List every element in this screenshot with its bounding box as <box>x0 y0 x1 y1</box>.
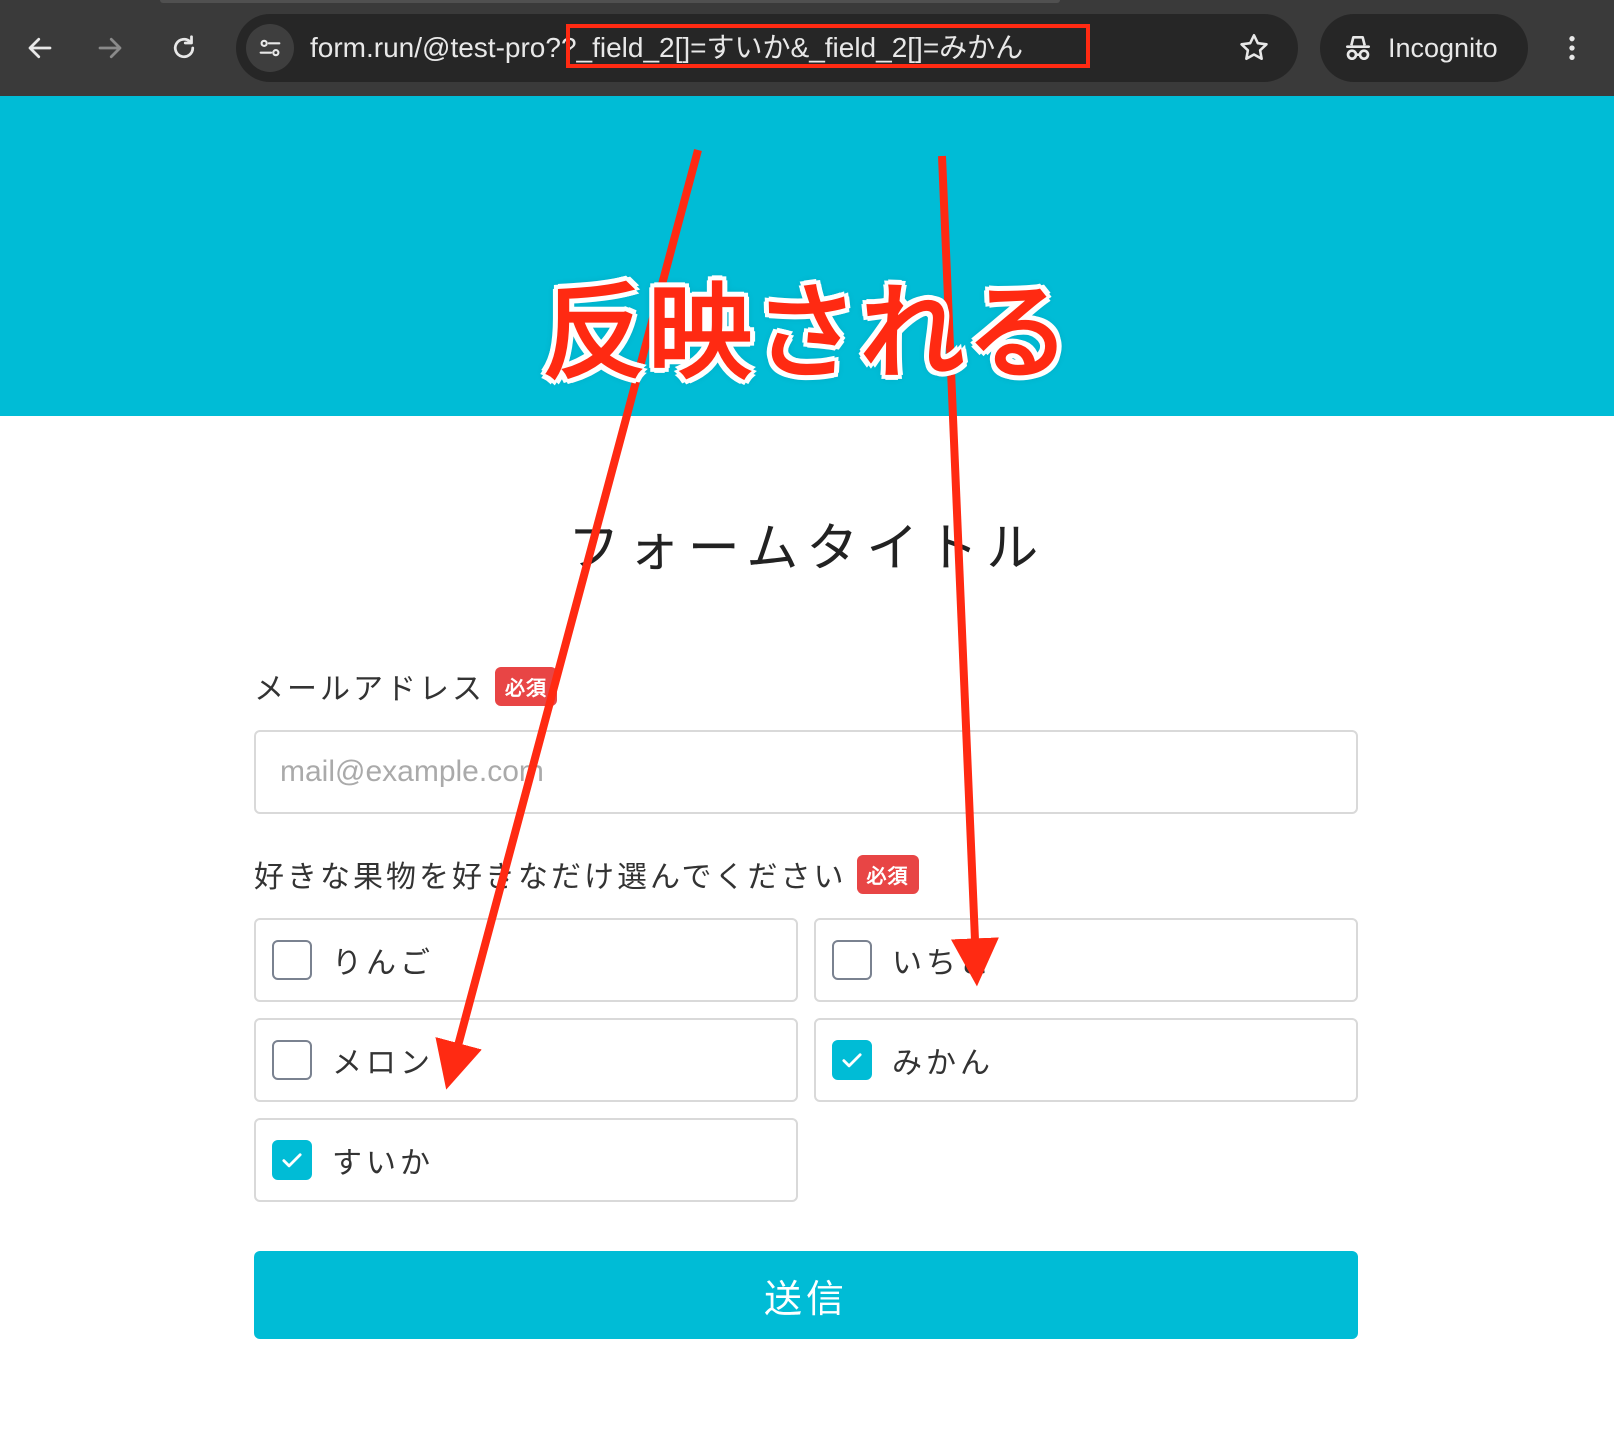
fruit-label-row: 好きな果物を好きなだけ選んでください 必須 <box>254 852 919 896</box>
incognito-indicator[interactable]: Incognito <box>1320 14 1528 82</box>
checkbox[interactable] <box>832 940 872 980</box>
browser-menu-button[interactable] <box>1550 26 1594 70</box>
incognito-icon <box>1346 36 1370 60</box>
back-arrow-icon <box>28 37 52 59</box>
checkbox[interactable] <box>272 1040 312 1080</box>
forward-arrow-icon <box>98 37 122 59</box>
active-tab-edge <box>160 0 1060 3</box>
checkbox[interactable] <box>272 940 312 980</box>
checkbox[interactable] <box>272 1140 312 1180</box>
required-badge: 必須 <box>495 666 557 706</box>
back-button[interactable] <box>14 22 66 74</box>
tune-icon <box>259 39 281 57</box>
option-melon[interactable]: メロン <box>254 1018 798 1102</box>
option-label: みかん <box>892 1046 994 1081</box>
email-field[interactable] <box>254 730 1358 814</box>
option-label: メロン <box>332 1046 434 1081</box>
option-suika[interactable]: すいか <box>254 1118 798 1202</box>
option-label: すいか <box>332 1146 434 1181</box>
star-icon <box>1240 33 1268 61</box>
more-vert-icon <box>1569 36 1575 60</box>
option-ringo[interactable]: りんご <box>254 918 798 1002</box>
form-title: フォームタイトル <box>567 519 1047 579</box>
fruit-label: 好きな果物を好きなだけ選んでください <box>254 860 847 895</box>
option-label: りんご <box>332 946 434 981</box>
option-ichigo[interactable]: いちご <box>814 918 1358 1002</box>
reload-icon <box>173 35 195 59</box>
submit-button[interactable]: 送信 <box>254 1251 1358 1339</box>
email-label: メールアドレス <box>254 672 485 707</box>
forward-button[interactable] <box>84 22 136 74</box>
required-badge: 必須 <box>856 854 919 894</box>
email-label-row: メールアドレス 必須 <box>254 664 557 708</box>
reload-button[interactable] <box>158 22 210 74</box>
option-label: いちご <box>892 946 994 981</box>
annotation-caption: 反映される <box>541 272 1072 394</box>
check-icon <box>282 1153 302 1168</box>
url-highlight-box <box>566 24 1090 68</box>
option-mikan[interactable]: みかん <box>814 1018 1358 1102</box>
check-icon <box>842 1053 862 1068</box>
checkbox[interactable] <box>832 1040 872 1080</box>
site-info-button[interactable] <box>246 24 294 72</box>
incognito-label: Incognito <box>1388 32 1498 63</box>
bookmark-button[interactable] <box>1232 26 1276 70</box>
